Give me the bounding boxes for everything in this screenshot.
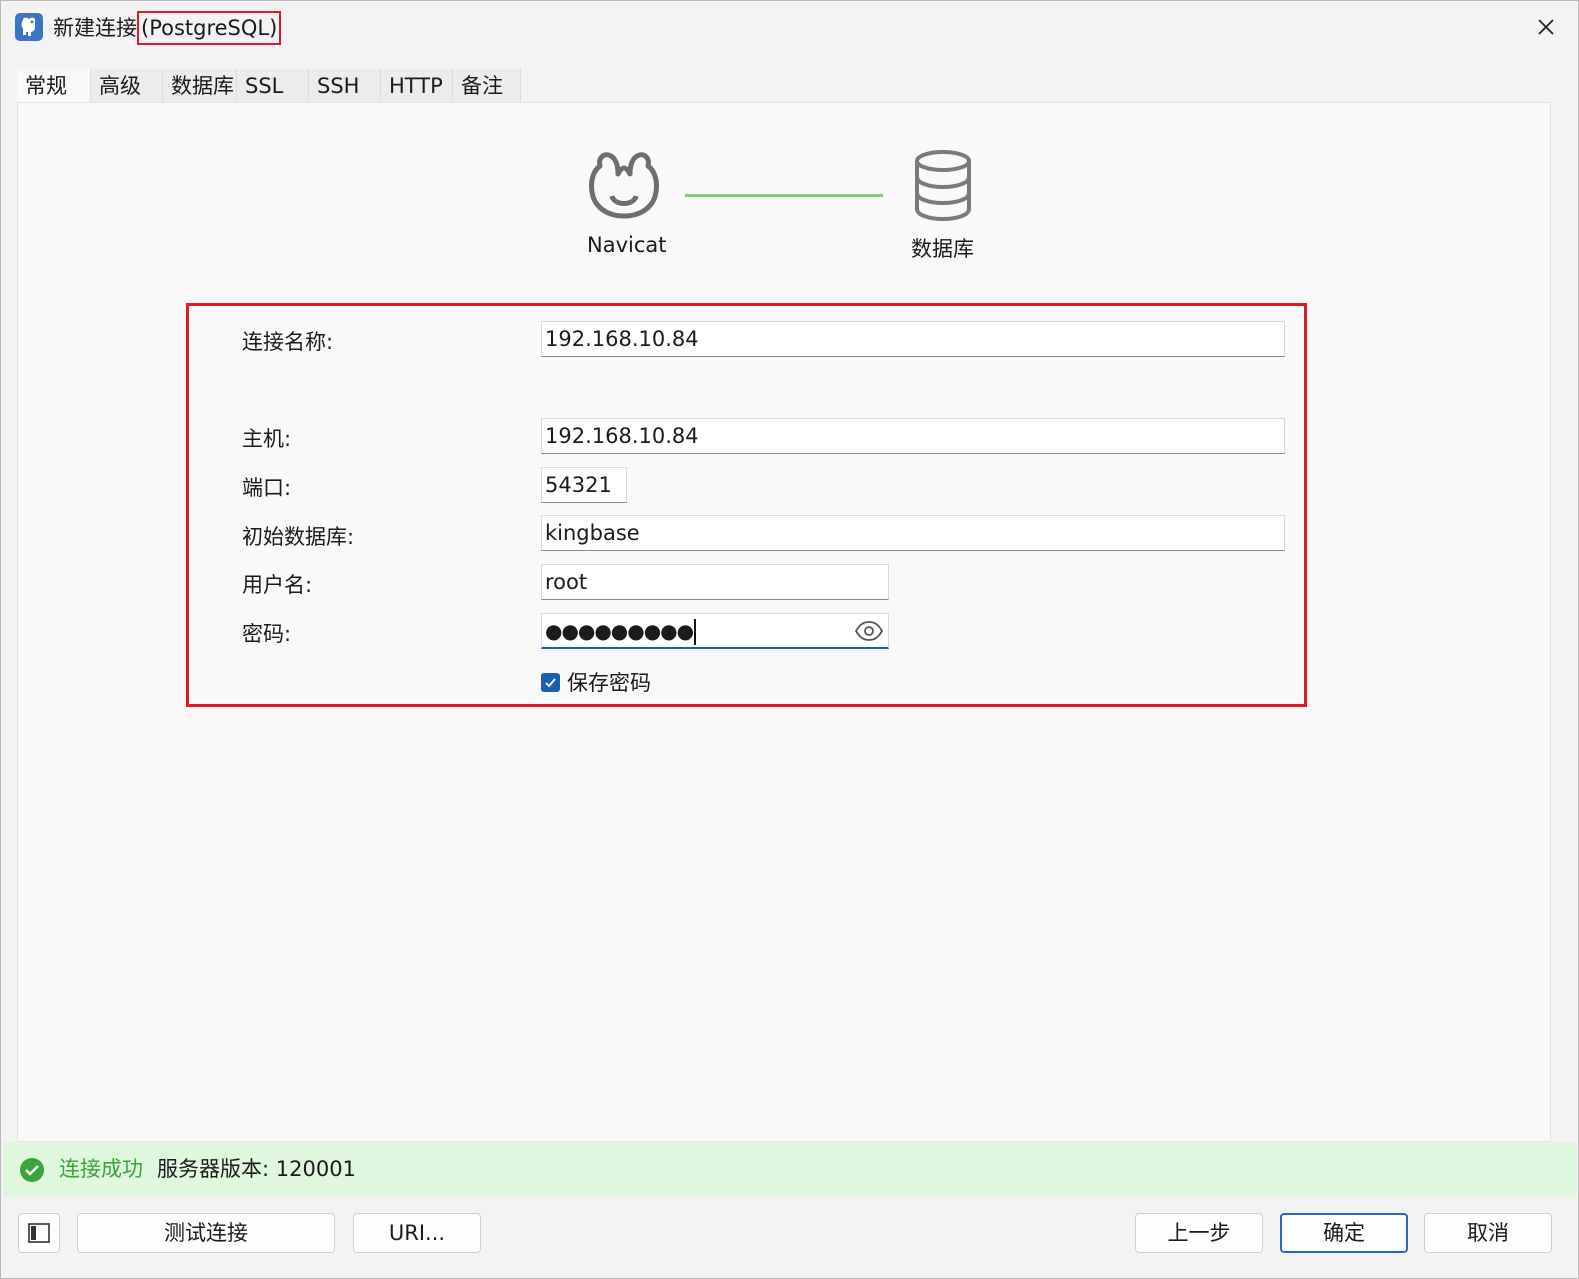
connection-name-label: 连接名称:: [242, 330, 334, 354]
test-connection-button[interactable]: 测试连接: [77, 1213, 335, 1253]
sidebar-panel-icon: [28, 1223, 50, 1243]
database-icon: [915, 150, 971, 221]
password-input[interactable]: ●●●●●●●●●: [541, 613, 889, 649]
connection-line: [685, 194, 883, 197]
toggle-panel-button[interactable]: [18, 1213, 60, 1253]
password-label: 密码:: [242, 622, 292, 646]
initial-database-label: 初始数据库:: [242, 525, 355, 549]
port-label: 端口:: [242, 476, 292, 500]
server-version-text: 服务器版本: 120001: [157, 1157, 356, 1181]
show-password-eye-icon[interactable]: [854, 620, 884, 642]
title-db-type: (PostgreSQL): [137, 11, 282, 45]
title-bar: 新建连接 (PostgreSQL): [1, 1, 1578, 53]
tab-advanced[interactable]: 高级: [91, 69, 163, 103]
save-password-checkbox[interactable]: [541, 673, 560, 692]
status-success-text: 连接成功: [59, 1157, 143, 1181]
connection-status-bar: 连接成功 服务器版本: 120001: [3, 1142, 1577, 1197]
previous-step-button[interactable]: 上一步: [1135, 1213, 1263, 1253]
ok-button[interactable]: 确定: [1280, 1213, 1408, 1253]
tab-ssh[interactable]: SSH: [309, 69, 381, 103]
close-button[interactable]: [1528, 11, 1564, 43]
tab-general[interactable]: 常规: [17, 69, 91, 103]
username-label: 用户名:: [242, 573, 313, 597]
tab-databases[interactable]: 数据库: [163, 69, 237, 103]
diagram-navicat-label: Navicat: [587, 233, 667, 257]
checkmark-icon: [545, 678, 556, 688]
postgresql-elephant-icon: [15, 13, 43, 41]
text-caret: [694, 619, 697, 645]
window-title: 新建连接 (PostgreSQL): [53, 11, 282, 45]
password-masked-value: ●●●●●●●●●: [545, 619, 694, 643]
host-label: 主机:: [242, 427, 292, 451]
tab-bar: 常规 高级 数据库 SSL SSH HTTP 备注: [17, 69, 521, 103]
initial-database-input[interactable]: kingbase: [541, 515, 1285, 551]
diagram-database-label: 数据库: [911, 237, 974, 261]
cancel-button[interactable]: 取消: [1424, 1213, 1552, 1253]
tab-http[interactable]: HTTP: [381, 69, 453, 103]
host-input[interactable]: 192.168.10.84: [541, 418, 1285, 454]
title-prefix: 新建连接: [53, 16, 137, 40]
save-password-label[interactable]: 保存密码: [567, 668, 651, 698]
tab-ssl[interactable]: SSL: [237, 69, 309, 103]
success-check-icon: [20, 1158, 44, 1182]
tab-comment[interactable]: 备注: [453, 69, 521, 103]
username-input[interactable]: root: [541, 564, 889, 600]
navicat-logo-icon: [589, 152, 659, 219]
connection-name-input[interactable]: 192.168.10.84: [541, 321, 1285, 357]
uri-button[interactable]: URI...: [353, 1213, 481, 1253]
port-input[interactable]: 54321: [541, 467, 627, 503]
new-connection-dialog: 新建连接 (PostgreSQL) 常规 高级 数据库 SSL SSH HTTP …: [0, 0, 1579, 1279]
close-icon: [1538, 19, 1554, 35]
